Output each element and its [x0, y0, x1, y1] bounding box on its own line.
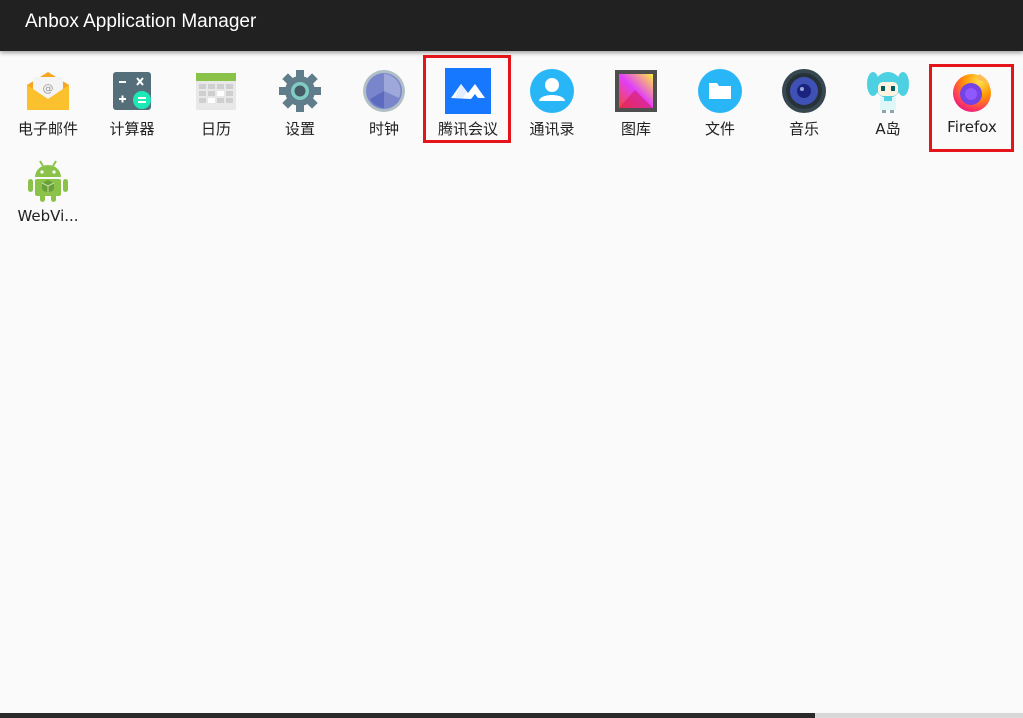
- app-label: Firefox: [947, 118, 997, 136]
- app-label: 腾讯会议: [437, 120, 498, 138]
- app-clock[interactable]: 时钟: [342, 60, 426, 148]
- title-bar: Anbox Application Manager: [0, 0, 1023, 51]
- app-label: 电子邮件: [17, 120, 78, 138]
- app-label: 通讯录: [529, 120, 575, 138]
- desktop-strip-right: [815, 713, 1023, 718]
- app-label: 计算器: [109, 120, 155, 138]
- clock-icon: [361, 68, 407, 114]
- app-label: 日历: [200, 120, 231, 138]
- desktop-strip: [0, 713, 815, 718]
- app-label: 音乐: [788, 120, 819, 138]
- app-music[interactable]: 音乐: [762, 60, 846, 148]
- app-firefox[interactable]: Firefox: [930, 60, 1014, 148]
- app-contacts[interactable]: 通讯录: [510, 60, 594, 148]
- app-email[interactable]: @ 电子邮件: [6, 60, 90, 148]
- app-label: 图库: [620, 120, 651, 138]
- svg-text:@: @: [43, 82, 54, 95]
- gallery-picture-icon: [613, 68, 659, 114]
- app-calendar[interactable]: 日历: [174, 60, 258, 148]
- app-label: 文件: [704, 120, 735, 138]
- app-tencent-meeting[interactable]: 腾讯会议: [426, 60, 510, 148]
- email-envelope-icon: @: [25, 68, 71, 114]
- app-settings[interactable]: 设置: [258, 60, 342, 148]
- app-label: 时钟: [368, 120, 399, 138]
- app-files[interactable]: 文件: [678, 60, 762, 148]
- app-gallery[interactable]: 图库: [594, 60, 678, 148]
- gear-icon: [277, 68, 323, 114]
- window-title: Anbox Application Manager: [25, 11, 257, 32]
- app-label: A岛: [875, 120, 901, 138]
- contacts-person-icon: [529, 68, 575, 114]
- speaker-music-icon: [781, 68, 827, 114]
- app-label: 设置: [284, 120, 315, 138]
- calendar-icon: [193, 68, 239, 114]
- android-webview-icon: [25, 157, 71, 203]
- app-webview[interactable]: WebVi...: [6, 149, 90, 237]
- tencent-meeting-icon: [445, 68, 491, 114]
- calculator-icon: [109, 68, 155, 114]
- folder-icon: [697, 68, 743, 114]
- app-a-island[interactable]: A岛: [846, 60, 930, 148]
- app-label: WebVi...: [17, 207, 79, 225]
- app-calculator[interactable]: 计算器: [90, 60, 174, 148]
- anime-character-icon: [865, 68, 911, 114]
- firefox-icon: [949, 68, 995, 114]
